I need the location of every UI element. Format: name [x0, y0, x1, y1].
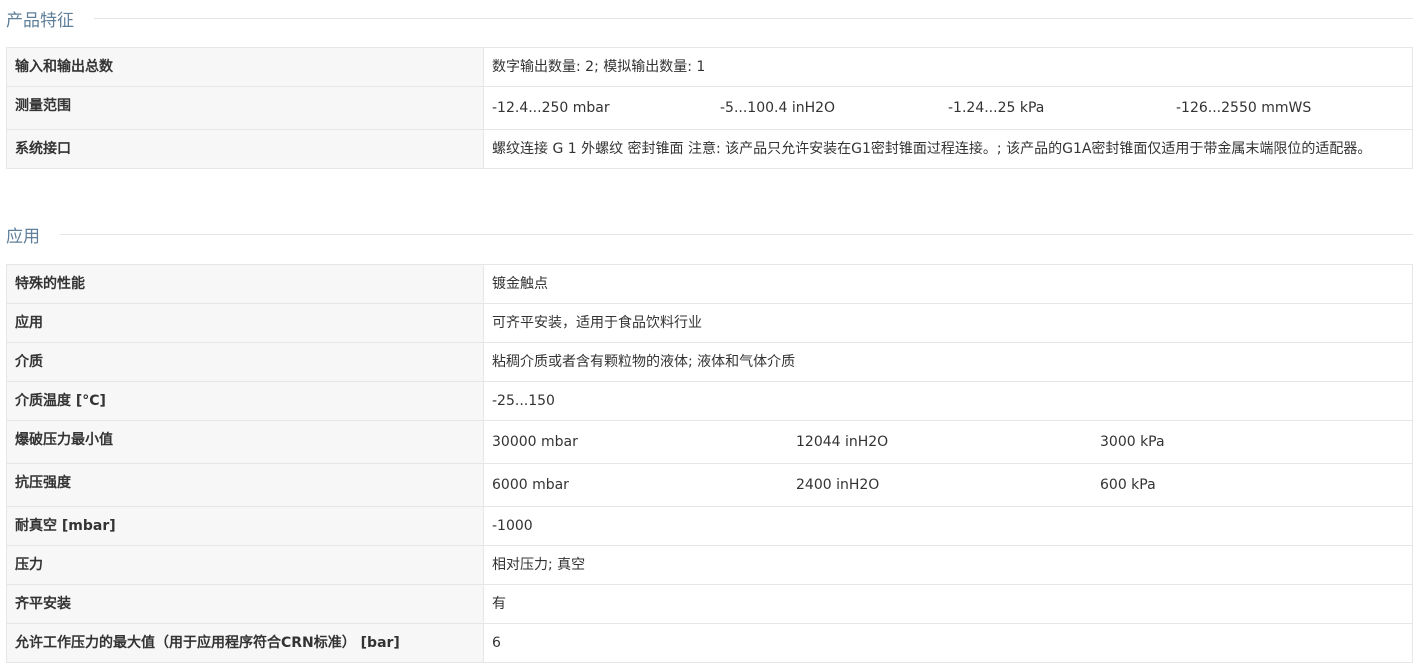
table-row: 耐真空 [mbar] -1000	[6, 506, 1413, 546]
measurement-range-values: -12.4...250 mbar -5...100.4 inH2O -1.24.…	[492, 98, 1404, 118]
row-value: -25...150	[483, 381, 1413, 421]
rating-value-mbar: 6000 mbar	[492, 477, 569, 493]
section-divider	[94, 17, 1413, 19]
row-label: 压力	[6, 545, 484, 585]
range-value-inh2o: -5...100.4 inH2O	[720, 100, 836, 116]
table-row: 允许工作压力的最大值（用于应用程序符合CRN标准） [bar] 6	[6, 623, 1413, 663]
table-row: 爆破压力最小值 30000 mbar 12044 inH2O 3000 kPa	[6, 420, 1413, 464]
row-label: 耐真空 [mbar]	[6, 506, 484, 546]
table-row: 输入和输出总数 数字输出数量: 2; 模拟输出数量: 1	[6, 47, 1413, 87]
pressure-rating-values: 6000 mbar 2400 inH2O 600 kPa	[492, 475, 1404, 495]
row-label: 齐平安装	[6, 584, 484, 624]
range-value-mmws: -126...2550 mmWS	[1176, 100, 1312, 116]
table-row: 齐平安装 有	[6, 584, 1413, 624]
row-value: 数字输出数量: 2; 模拟输出数量: 1	[483, 47, 1413, 87]
row-value: 螺纹连接 G 1 外螺纹 密封锥面 注意: 该产品只允许安装在G1密封锥面过程连…	[483, 129, 1413, 169]
burst-value-mbar: 30000 mbar	[492, 434, 578, 450]
section-title: 产品特征	[6, 10, 74, 31]
rating-value-kpa: 600 kPa	[1100, 477, 1156, 493]
table-row: 应用 可齐平安装，适用于食品饮料行业	[6, 303, 1413, 343]
table-row: 介质温度 [°C] -25...150	[6, 381, 1413, 421]
row-label: 测量范围	[6, 86, 484, 130]
table-row: 抗压强度 6000 mbar 2400 inH2O 600 kPa	[6, 463, 1413, 507]
row-label: 特殊的性能	[6, 264, 484, 304]
spec-table-product-features: 输入和输出总数 数字输出数量: 2; 模拟输出数量: 1 测量范围 -12.4.…	[6, 47, 1413, 169]
row-label: 允许工作压力的最大值（用于应用程序符合CRN标准） [bar]	[6, 623, 484, 663]
row-label: 输入和输出总数	[6, 47, 484, 87]
range-value-kpa: -1.24...25 kPa	[948, 100, 1045, 116]
section-title: 应用	[6, 226, 40, 247]
burst-pressure-values: 30000 mbar 12044 inH2O 3000 kPa	[492, 432, 1404, 452]
table-row: 压力 相对压力; 真空	[6, 545, 1413, 585]
section-divider	[60, 233, 1413, 235]
row-value: 6	[483, 623, 1413, 663]
spec-table-application: 特殊的性能 镀金触点 应用 可齐平安装，适用于食品饮料行业 介质 粘稠介质或者含…	[6, 264, 1413, 663]
row-value: -12.4...250 mbar -5...100.4 inH2O -1.24.…	[483, 86, 1413, 130]
row-label: 应用	[6, 303, 484, 343]
row-label: 介质	[6, 342, 484, 382]
row-label: 介质温度 [°C]	[6, 381, 484, 421]
table-row: 测量范围 -12.4...250 mbar -5...100.4 inH2O -…	[6, 86, 1413, 130]
burst-value-inh2o: 12044 inH2O	[796, 434, 889, 450]
burst-value-kpa: 3000 kPa	[1100, 434, 1165, 450]
row-value: 粘稠介质或者含有颗粒物的液体; 液体和气体介质	[483, 342, 1413, 382]
table-row: 特殊的性能 镀金触点	[6, 264, 1413, 304]
row-label: 爆破压力最小值	[6, 420, 484, 464]
table-row: 介质 粘稠介质或者含有颗粒物的液体; 液体和气体介质	[6, 342, 1413, 382]
row-value: -1000	[483, 506, 1413, 546]
row-label: 系统接口	[6, 129, 484, 169]
row-value: 可齐平安装，适用于食品饮料行业	[483, 303, 1413, 343]
row-value: 相对压力; 真空	[483, 545, 1413, 585]
row-value: 30000 mbar 12044 inH2O 3000 kPa	[483, 420, 1413, 464]
rating-value-inh2o: 2400 inH2O	[796, 477, 880, 493]
section-header-application: 应用	[6, 222, 1413, 247]
range-value-mbar: -12.4...250 mbar	[492, 100, 610, 116]
table-row: 系统接口 螺纹连接 G 1 外螺纹 密封锥面 注意: 该产品只允许安装在G1密封…	[6, 129, 1413, 169]
row-value: 镀金触点	[483, 264, 1413, 304]
row-value: 有	[483, 584, 1413, 624]
row-label: 抗压强度	[6, 463, 484, 507]
row-value: 6000 mbar 2400 inH2O 600 kPa	[483, 463, 1413, 507]
section-header-product-features: 产品特征	[6, 6, 1413, 31]
